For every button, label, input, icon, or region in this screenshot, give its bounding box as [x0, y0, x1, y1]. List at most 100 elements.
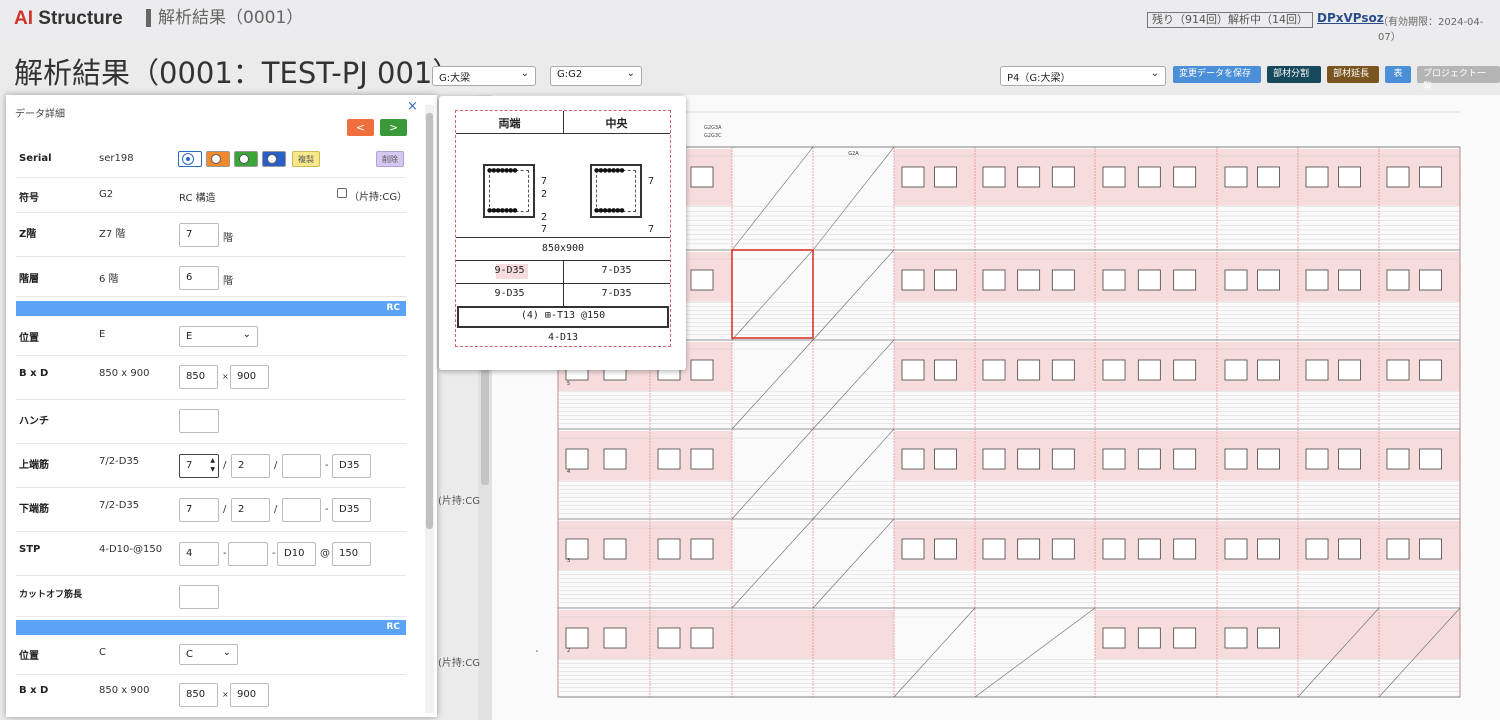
width-input[interactable]: 850	[179, 683, 218, 707]
beam-section-icon	[1137, 538, 1161, 560]
next-button[interactable]: >	[380, 119, 407, 136]
floor-input[interactable]: 6	[179, 266, 219, 290]
bottom-rebar-third-input[interactable]	[282, 498, 321, 522]
cutoff-input[interactable]	[179, 585, 219, 609]
marker-dot	[536, 650, 538, 652]
cantilever-checkbox[interactable]	[337, 188, 347, 198]
beam-section-icon	[1419, 538, 1442, 560]
member-select[interactable]: G:G2 ⌄	[550, 66, 642, 86]
delete-button[interactable]: 削除	[376, 151, 404, 167]
close-icon[interactable]: ×	[407, 99, 418, 114]
dash-separator: -	[272, 548, 276, 559]
position-select[interactable]: E ⌄	[179, 326, 258, 347]
top-rebar-dia-input[interactable]: D35	[332, 454, 371, 478]
bottom-rebar-dia-input[interactable]: D35	[332, 498, 371, 522]
beam-section-icon	[1051, 538, 1075, 560]
spinner-icon[interactable]: ▲ ▼	[210, 456, 215, 474]
stirrup-outline	[596, 170, 636, 212]
header-end: 両端	[498, 117, 521, 130]
serial-controls: 複製 削除	[178, 151, 408, 167]
color-green-radio[interactable]	[234, 151, 258, 167]
position-value: E	[99, 329, 106, 340]
bottom-rebar-count-input[interactable]: 7	[179, 498, 219, 522]
beam-section-icon	[565, 448, 589, 470]
group-select[interactable]: G:大梁 ⌄	[432, 66, 536, 86]
stirrup-count-input[interactable]: 4	[179, 542, 219, 566]
member-select-value: G:G2	[557, 69, 583, 80]
z-floor-row: Z階 Z7 階 7 階	[16, 213, 406, 257]
top-rebar-second-input[interactable]: 2	[231, 454, 270, 478]
beam-section-icon	[934, 538, 957, 560]
beam-section-icon	[690, 538, 714, 560]
bxd-label: B x D	[19, 685, 49, 696]
top-center-rebar: 7-D35	[601, 265, 632, 276]
top-bar: AI Structure 解析結果（0001） 残り（914回）解析中（14回）…	[0, 0, 1500, 43]
color-white-radio[interactable]	[178, 151, 202, 167]
prev-button[interactable]: <	[347, 119, 374, 136]
beam-section-icon	[1419, 359, 1442, 381]
serial-row: Serial ser198 複製 削除	[16, 140, 406, 178]
beam-section-icon	[1305, 269, 1329, 291]
stirrup-label: STP	[19, 544, 41, 555]
beam-section-icon	[1051, 166, 1075, 188]
copy-button[interactable]: 複製	[292, 151, 320, 167]
panel-scrollbar[interactable]	[425, 105, 434, 713]
position-label: 位置	[19, 651, 39, 662]
panel-scroll-thumb[interactable]	[426, 113, 433, 529]
user-link[interactable]: DPxVPsoz	[1317, 11, 1384, 25]
color-blue-radio[interactable]	[262, 151, 286, 167]
rebar-mark: 2	[540, 212, 548, 223]
beam-section-icon	[1419, 448, 1442, 470]
stirrup-pitch-input[interactable]: 150	[332, 542, 371, 566]
beam-section-icon	[1338, 538, 1361, 560]
width-input[interactable]: 850	[179, 365, 218, 389]
app-logo[interactable]: AI Structure	[14, 8, 123, 30]
beam-section-icon	[1257, 538, 1280, 560]
beam-section-icon	[1224, 269, 1248, 291]
table-button[interactable]: 表	[1385, 66, 1411, 83]
split-member-button[interactable]: 部材分割	[1267, 66, 1321, 83]
cutoff-label: カットオフ筋長	[19, 590, 83, 600]
top-rebar-third-input[interactable]	[282, 454, 321, 478]
chevron-down-icon: ⌄	[626, 68, 635, 79]
bottom-rebar-row: 下端筋 7/2-D35 7 / 2 / - D35	[16, 488, 406, 532]
haunch-input[interactable]	[179, 409, 219, 433]
color-orange-radio[interactable]	[206, 151, 230, 167]
stirrup-outline	[489, 170, 529, 212]
beam-section-icon	[1257, 359, 1280, 381]
beam-section-icon	[1102, 166, 1126, 188]
stirrup-dia-input[interactable]: D10	[277, 542, 316, 566]
beam-section-icon	[690, 269, 714, 291]
extend-member-button[interactable]: 部材延長	[1327, 66, 1379, 83]
cantilever-side-label: (片持:CG	[438, 496, 481, 507]
stirrup-second-input[interactable]	[228, 542, 268, 566]
top-rebar-count-input[interactable]: 7 ▲ ▼	[179, 454, 219, 478]
beam-section-icon	[901, 269, 925, 291]
bottom-rebar-second-input[interactable]: 2	[231, 498, 270, 522]
beam-section-icon	[1305, 448, 1329, 470]
depth-input[interactable]: 900	[230, 683, 269, 707]
rc-section-bar: RC	[16, 620, 406, 635]
slash-separator: /	[223, 460, 227, 471]
project-list-button[interactable]: プロジェクト一覧	[1417, 66, 1500, 92]
beam-section-icon	[603, 448, 627, 470]
position-select[interactable]: C ⌄	[179, 644, 238, 665]
save-changes-button[interactable]: 変更データを保存	[1173, 66, 1261, 83]
z-floor-input[interactable]: 7	[179, 223, 219, 247]
slash-separator: /	[274, 504, 278, 515]
floor-label: 3	[567, 558, 570, 564]
section-size: 850x900	[541, 243, 585, 254]
position-value: C	[99, 647, 106, 658]
serial-value: ser198	[99, 153, 134, 164]
beam-section-icon	[1017, 359, 1041, 381]
beam-section-center-icon: ●●●●●●● ●●●●●●●	[590, 164, 642, 218]
symbol-row: 符号 G2 RC 構造 （片持:CG）	[16, 178, 407, 213]
serial-label: Serial	[19, 153, 52, 164]
page-select[interactable]: P4（G:大梁） ⌄	[1000, 66, 1166, 86]
bottom-end-rebar: 9-D35	[494, 288, 525, 299]
symbol-label: 符号	[19, 193, 39, 204]
beam-section-icon	[901, 538, 925, 560]
depth-input[interactable]: 900	[230, 365, 269, 389]
web-rebar: 4-D13	[547, 332, 579, 343]
beam-section-icon	[1338, 448, 1361, 470]
